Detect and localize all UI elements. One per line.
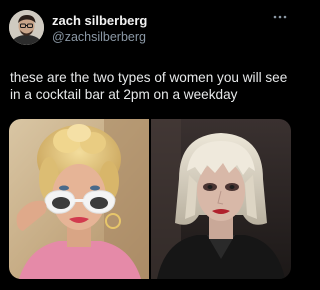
tweet-image-right[interactable] — [151, 119, 291, 279]
avatar-image — [9, 10, 44, 45]
display-name[interactable]: zach silberberg — [52, 13, 147, 28]
tweet-card: zach silberberg @zachsilberberg these ar… — [0, 0, 300, 290]
tweet-image-left[interactable] — [9, 119, 149, 279]
more-horizontal-icon[interactable] — [270, 10, 290, 24]
user-handle[interactable]: @zachsilberberg — [52, 30, 146, 44]
avatar[interactable] — [9, 10, 44, 45]
photo-woman-sunglasses — [9, 119, 149, 279]
tweet-text: these are the two types of women you wil… — [10, 70, 288, 102]
photo-woman-platinum-bob — [151, 119, 291, 279]
